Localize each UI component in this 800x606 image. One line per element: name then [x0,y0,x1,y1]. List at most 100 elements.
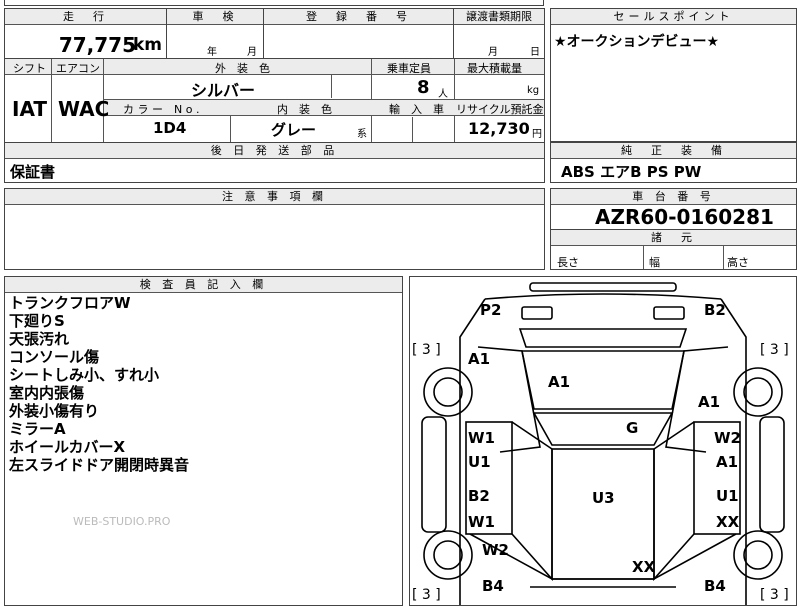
label-g: G [626,419,638,437]
car-diagram-box: P2 B2 A1 A1 A1 G W1 U1 W2 A1 U3 B2 W1 U1… [409,276,797,606]
tire-rr-depth: [ 3 ] [760,587,789,603]
notes-header: 注 意 事 項 欄 [5,189,544,205]
mileage-cell: 走 行 77,775 km [4,8,167,59]
tire-fl-depth: [ 3 ] [412,342,441,358]
capacity-header: 乗車定員 [387,62,431,75]
label-w2-left: W2 [482,541,509,559]
roof-front-shape [532,412,674,446]
tire-rl-depth: [ 3 ] [412,587,441,603]
sales-point-text: ★オークションデビュー★ [554,34,720,50]
import-header: 輸 入 車 [389,103,444,116]
wheel-fr [733,367,783,417]
aircon-header: エアコン [56,62,100,75]
wheel-fl-hub [433,377,463,407]
dimensions-box: 諸 元 長さ 幅 高さ [550,229,797,270]
top-cut-strip [4,0,544,6]
interior-color-suffix: 系 [357,129,367,140]
label-b2-left: B2 [468,487,490,505]
sales-point-box: セールスポイント ★オークションデビュー★ [550,8,797,142]
vehicle-spec-box: シフト エアコン 外 装 色 乗車定員 最大積載量 IAT WAC シルバー 8… [4,58,545,143]
inspector-line: コンソール傷 [9,348,100,366]
mileage-unit: km [132,35,162,55]
recycle-header: リサイクル預託金 [456,103,544,116]
transfer-month: 月 [488,47,498,58]
color-no-header: カ ラ ー N o . [123,103,200,116]
registration-cell: 登 録 番 号 [263,8,454,59]
recycle-unit: 円 [532,129,542,140]
recycle-value: 12,730 [468,119,530,138]
label-a1-right2: A1 [716,453,738,471]
later-parts-header: 後 日 発 送 部 品 [5,143,544,159]
inspection-header: 車 検 [167,9,263,25]
transfer-header: 譲渡書類期限 [454,9,544,25]
capacity-unit: 人 [438,89,448,100]
label-xx-right: XX [716,513,740,531]
inspector-line: ホイールカバーX [9,438,126,456]
wheel-rl-hub [433,540,463,570]
wheel-rr-hub [743,540,773,570]
label-u1-right: U1 [716,487,739,505]
label-b2-top: B2 [704,301,726,319]
label-a1-right: A1 [698,393,720,411]
inspection-cell: 車 検 年 月 [166,8,264,59]
inspector-line: シートしみ小、すれ小 [9,366,160,384]
label-p2: P2 [480,301,501,319]
later-parts-value: 保証書 [10,163,56,181]
sales-point-header: セールスポイント [551,9,796,25]
label-a1-center: A1 [548,373,570,391]
max-load-header: 最大積載量 [467,62,522,75]
equipment-value: ABS エアB PS PW [561,163,702,181]
max-load-unit: kg [527,85,540,96]
exterior-color-header: 外 装 色 [215,62,270,75]
label-w1-left: W1 [468,429,495,447]
inspector-line: 下廻りS [9,312,65,330]
height-label: 高さ [727,256,749,269]
chassis-header: 車 台 番 号 [551,189,796,205]
inspector-box: 検 査 員 記 入 欄 トランクフロアW 下廻りS 天張汚れ コンソール傷 シー… [4,276,403,606]
wheel-fr-hub [743,377,773,407]
transfer-cell: 譲渡書類期限 月 日 [453,8,545,59]
watermark: WEB-STUDIO.PRO [73,515,171,528]
transfer-day: 日 [530,47,540,58]
interior-color-header: 内 装 色 [277,103,332,116]
label-w2-right: W2 [714,429,741,447]
inspector-line: ミラーA [9,420,66,438]
exterior-color-value: シルバー [191,81,256,100]
label-w1-left2: W1 [468,513,495,531]
hood-edge [484,293,722,300]
hood-shape [518,328,688,348]
windshield-shape [521,350,685,410]
mileage-header: 走 行 [5,9,166,25]
later-parts-box: 後 日 発 送 部 品 保証書 [4,142,545,183]
pillar-right [653,421,695,582]
inspector-line: 左スライドドア開閉時異音 [9,456,190,474]
shift-value: IAT [12,97,48,121]
headlight-right [653,306,685,320]
chassis-box: 車 台 番 号 AZR60-0160281 [550,188,797,230]
inspector-line: 外装小傷有り [9,402,100,420]
wheel-fl [423,367,473,417]
label-b4-right: B4 [704,577,726,595]
inspector-line: 天張汚れ [9,330,70,348]
capacity-value: 8 [417,77,430,98]
side-mirror-right [759,416,785,533]
inspector-lines: トランクフロアW 下廻りS 天張汚れ コンソール傷 シートしみ小、すれ小 室内内… [9,294,189,474]
registration-header: 登 録 番 号 [264,9,453,25]
equipment-header: 純 正 装 備 [551,143,796,159]
wheel-rl [423,530,473,580]
label-u1-left: U1 [468,453,491,471]
equipment-box: 純 正 装 備 ABS エアB PS PW [550,142,797,183]
inspection-month: 月 [247,47,257,58]
chassis-value: AZR60-0160281 [595,205,774,229]
inspection-year: 年 [207,47,217,58]
inspector-line: トランクフロアW [9,294,131,312]
headlight-left [521,306,553,320]
inspector-header: 検 査 員 記 入 欄 [5,277,402,293]
wheel-rr [733,530,783,580]
tire-fr-depth: [ 3 ] [760,342,789,358]
color-no-value: 1D4 [153,119,187,137]
side-mirror-left [421,416,447,533]
inspector-line: 室内内張傷 [9,384,85,402]
width-label: 幅 [649,256,660,269]
label-a1-left: A1 [468,350,490,368]
